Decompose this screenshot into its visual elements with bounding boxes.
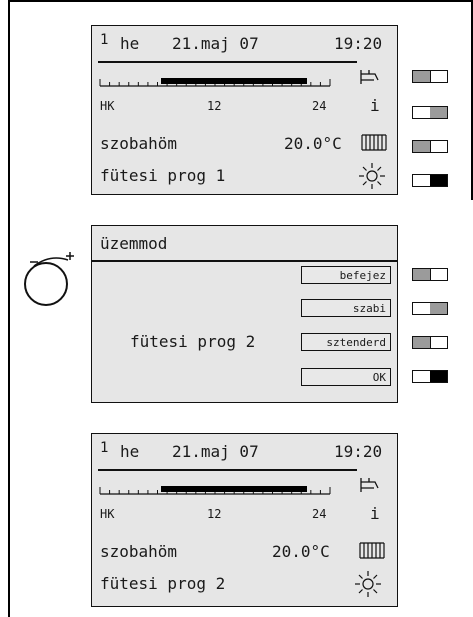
scale-left-label: HK bbox=[100, 507, 115, 521]
menu-title: üzemmod bbox=[100, 234, 168, 253]
softkey-sztenderd[interactable]: sztenderd bbox=[301, 333, 391, 351]
day-schedule-scale bbox=[99, 78, 331, 87]
radiator-icon bbox=[360, 132, 388, 156]
side-button-3[interactable] bbox=[412, 140, 448, 153]
time-label: 19:20 bbox=[334, 34, 383, 53]
side-button-4[interactable] bbox=[412, 174, 448, 187]
heating-program-label: fütesi prog 2 bbox=[100, 574, 226, 593]
sun-icon bbox=[354, 570, 382, 602]
day-label: he bbox=[120, 442, 140, 461]
mode-menu-display: üzemmod befejez szabi fütesi prog 2 szte… bbox=[91, 225, 398, 403]
scale-mid-label: 12 bbox=[207, 99, 222, 113]
heating-period-bar bbox=[161, 78, 307, 84]
room-temp-label: szobahöm bbox=[100, 134, 178, 153]
heating-period-bar bbox=[161, 486, 307, 492]
scale-right-label: 24 bbox=[312, 507, 327, 521]
menu-option-label: fütesi prog 2 bbox=[130, 332, 256, 351]
radiator-icon bbox=[358, 540, 386, 564]
menu-title-divider bbox=[92, 260, 397, 262]
info-icon: i bbox=[370, 96, 380, 115]
room-temp-value: 20.0°C bbox=[284, 134, 342, 153]
header-divider bbox=[98, 61, 357, 63]
scale-left-label: HK bbox=[100, 99, 115, 113]
header-divider bbox=[98, 469, 357, 471]
heating-program-label: fütesi prog 1 bbox=[100, 166, 226, 185]
date-label: 21.maj 07 bbox=[172, 442, 259, 461]
side-button-8[interactable] bbox=[412, 370, 448, 383]
softkey-befejez[interactable]: befejez bbox=[301, 266, 391, 284]
scale-mid-label: 12 bbox=[207, 507, 222, 521]
knob-rotation-arrow-icon bbox=[30, 252, 74, 267]
day-schedule-scale bbox=[99, 486, 331, 495]
room-temp-value: 20.0°C bbox=[272, 542, 330, 561]
status-display-top: 1 he 21.maj 07 19:20 HK 12 24 i szobahöm… bbox=[91, 25, 398, 195]
program-number: 1 bbox=[100, 32, 109, 48]
info-icon: i bbox=[370, 504, 380, 523]
status-display-bottom: 1 he 21.maj 07 19:20 HK 12 24 i szobahöm… bbox=[91, 433, 398, 607]
side-button-7[interactable] bbox=[412, 336, 448, 349]
time-label: 19:20 bbox=[334, 442, 383, 461]
sun-icon bbox=[358, 162, 386, 194]
side-button-2[interactable] bbox=[412, 106, 448, 119]
scale-right-label: 24 bbox=[312, 99, 327, 113]
left-frame-line bbox=[8, 0, 10, 617]
softkey-szabi[interactable]: szabi bbox=[301, 299, 391, 317]
tap-icon bbox=[358, 476, 382, 500]
softkey-ok[interactable]: OK bbox=[301, 368, 391, 386]
rotary-knob-icon[interactable] bbox=[24, 262, 68, 306]
side-button-5[interactable] bbox=[412, 268, 448, 281]
top-frame-line bbox=[8, 0, 472, 2]
right-frame-line bbox=[471, 0, 473, 200]
side-button-6[interactable] bbox=[412, 302, 448, 315]
day-label: he bbox=[120, 34, 140, 53]
program-number: 1 bbox=[100, 440, 109, 456]
date-label: 21.maj 07 bbox=[172, 34, 259, 53]
tap-icon bbox=[358, 68, 382, 92]
room-temp-label: szobahöm bbox=[100, 542, 178, 561]
side-button-1[interactable] bbox=[412, 70, 448, 83]
